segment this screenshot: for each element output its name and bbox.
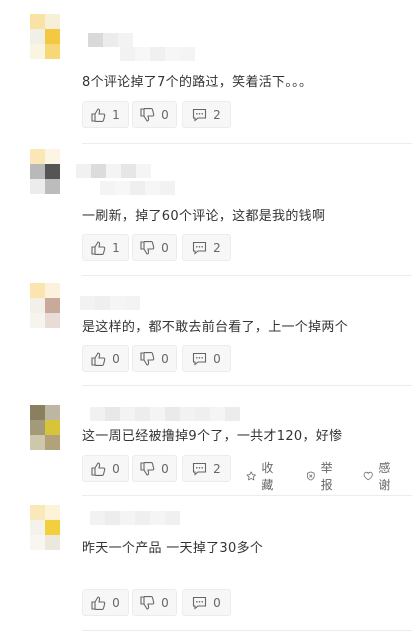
thumb-up-icon bbox=[91, 595, 106, 610]
comment-icon bbox=[193, 108, 207, 122]
thumb-down-icon bbox=[140, 240, 155, 255]
comment-icon bbox=[193, 241, 207, 255]
thumb-up-icon bbox=[91, 351, 106, 366]
collect-button[interactable]: 收藏 bbox=[246, 459, 278, 493]
divider bbox=[82, 385, 412, 386]
divider bbox=[82, 143, 412, 144]
thumb-up-icon bbox=[91, 107, 106, 122]
dislike-button[interactable]: 0 bbox=[132, 345, 177, 372]
dislike-button[interactable]: 0 bbox=[132, 589, 177, 616]
comment-icon bbox=[193, 352, 207, 366]
comment-icon bbox=[193, 462, 207, 476]
divider bbox=[82, 495, 412, 496]
star-icon bbox=[246, 471, 256, 481]
like-button[interactable]: 0 bbox=[82, 345, 129, 372]
reply-button[interactable]: 2 bbox=[182, 455, 231, 482]
reply-button[interactable]: 2 bbox=[182, 101, 231, 128]
reply-button[interactable]: 2 bbox=[182, 234, 231, 261]
divider bbox=[82, 275, 412, 276]
shield-icon bbox=[306, 471, 315, 481]
thumb-down-icon bbox=[140, 351, 155, 366]
thumb-up-icon bbox=[91, 240, 106, 255]
thank-button[interactable]: 感谢 bbox=[363, 459, 395, 493]
like-button[interactable]: 0 bbox=[82, 589, 129, 616]
dislike-button[interactable]: 0 bbox=[132, 101, 177, 128]
comment-text: 一刷新，掉了60个评论，这都是我的钱啊 bbox=[82, 209, 326, 224]
reply-button[interactable]: 0 bbox=[182, 345, 231, 372]
thumb-up-icon bbox=[91, 461, 106, 476]
like-button[interactable]: 1 bbox=[82, 234, 129, 261]
heart-icon bbox=[363, 471, 373, 481]
username-blurred[interactable] bbox=[80, 295, 140, 310]
dislike-button[interactable]: 0 bbox=[132, 455, 177, 482]
avatar[interactable] bbox=[30, 405, 76, 451]
username-blurred[interactable] bbox=[88, 32, 133, 47]
dislike-button[interactable]: 0 bbox=[132, 234, 177, 261]
comment-text: 8个评论掉了7个的路过，笑着活下。。。 bbox=[82, 75, 313, 90]
thumb-down-icon bbox=[140, 595, 155, 610]
thumb-down-icon bbox=[140, 107, 155, 122]
reply-button[interactable]: 0 bbox=[182, 589, 231, 616]
username-blurred[interactable] bbox=[90, 510, 180, 525]
username-blurred[interactable] bbox=[76, 163, 151, 178]
avatar[interactable] bbox=[30, 14, 76, 60]
comment-text: 是这样的，都不敢去前台看了，上一个掉两个 bbox=[82, 320, 349, 335]
divider bbox=[82, 630, 412, 631]
like-button[interactable]: 0 bbox=[82, 455, 129, 482]
comment-icon bbox=[193, 596, 207, 610]
avatar[interactable] bbox=[30, 283, 76, 329]
username-blurred[interactable] bbox=[90, 406, 240, 421]
comment-text: 这一周已经被撸掉9个了，一共才120，好惨 bbox=[82, 429, 343, 444]
report-button[interactable]: 举报 bbox=[306, 459, 337, 493]
avatar[interactable] bbox=[30, 149, 76, 195]
like-button[interactable]: 1 bbox=[82, 101, 129, 128]
comment-text: 昨天一个产品 一天掉了30多个 bbox=[82, 541, 264, 556]
avatar[interactable] bbox=[30, 505, 76, 551]
thumb-down-icon bbox=[140, 461, 155, 476]
